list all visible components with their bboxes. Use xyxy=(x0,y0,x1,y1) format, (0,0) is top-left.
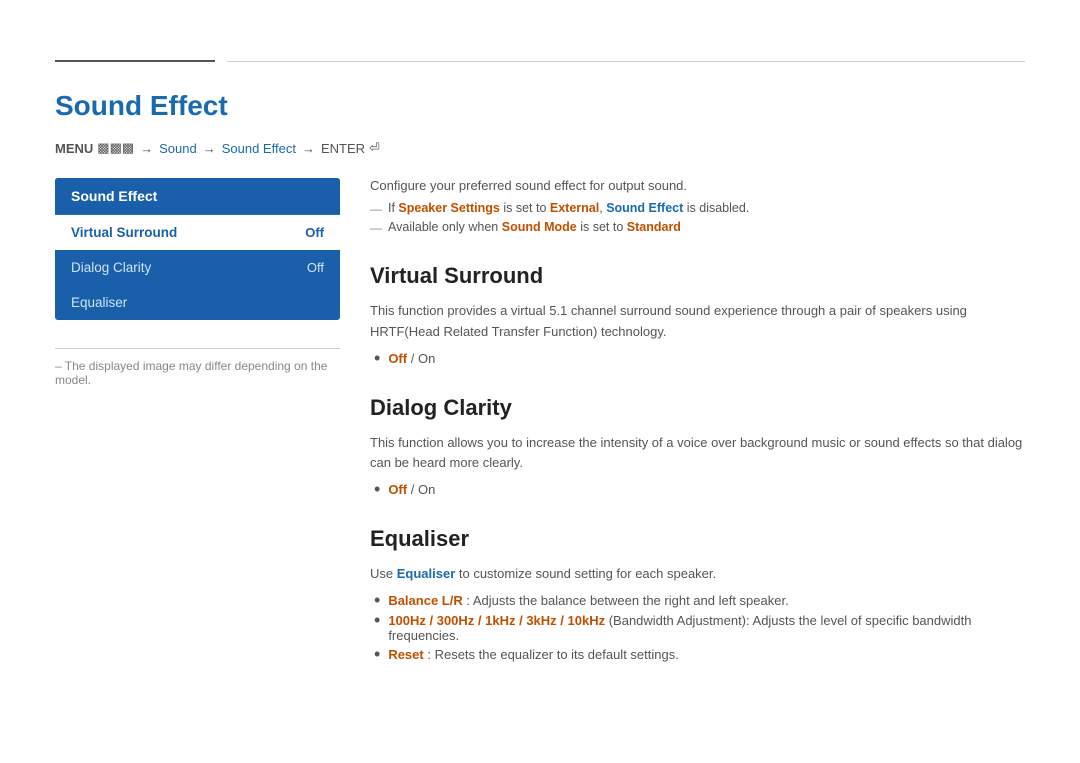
breadcrumb-menu: MENU xyxy=(55,141,93,156)
menu-item-value-virtual-surround: Off xyxy=(305,225,324,240)
equaliser-link-desc: Equaliser xyxy=(397,566,456,581)
left-note-dash: – xyxy=(55,359,65,373)
section-title-dialog-clarity: Dialog Clarity xyxy=(370,395,1025,421)
breadcrumb-soundeffect: Sound Effect xyxy=(222,141,296,156)
menu-item-value-dialog-clarity: Off xyxy=(307,260,324,275)
bullet-vs-text: Off / On xyxy=(388,351,435,366)
menu-item-equaliser[interactable]: Equaliser xyxy=(55,285,340,320)
left-note-text: The displayed image may differ depending… xyxy=(55,359,327,387)
breadcrumb-menu-icon: ▩▩▩ xyxy=(97,140,134,156)
vs-slash: / xyxy=(411,351,418,366)
note1-text: If Speaker Settings is set to External, … xyxy=(388,201,749,215)
bullet-dot-dc: • xyxy=(374,480,380,498)
note1-speaker-settings: Speaker Settings xyxy=(398,201,499,215)
breadcrumb-arrow1: → xyxy=(140,141,153,156)
bullet-dot-eq1: • xyxy=(374,591,380,609)
left-panel: Sound Effect Virtual Surround Off Dialog… xyxy=(55,178,340,667)
dc-slash: / xyxy=(411,482,418,497)
breadcrumb-arrow3: → xyxy=(302,141,315,156)
bullet-dc-text: Off / On xyxy=(388,482,435,497)
eq-reset-link: Reset xyxy=(388,647,423,662)
section-desc-virtual-surround: This function provides a virtual 5.1 cha… xyxy=(370,301,1025,343)
section-desc-dialog-clarity: This function allows you to increase the… xyxy=(370,433,1025,475)
eq-bandwidth-link: 100Hz / 300Hz / 1kHz / 3kHz / 10kHz xyxy=(388,613,605,628)
note1-sound-effect: Sound Effect xyxy=(606,201,683,215)
note2-text: Available only when Sound Mode is set to… xyxy=(388,220,681,234)
note-line-1: — If Speaker Settings is set to External… xyxy=(370,201,1025,216)
breadcrumb-arrow2: → xyxy=(203,141,216,156)
menu-box-header: Sound Effect xyxy=(55,178,340,215)
bullet-eq1-text: Balance L/R : Adjusts the balance betwee… xyxy=(388,593,788,608)
menu-box: Sound Effect Virtual Surround Off Dialog… xyxy=(55,178,340,320)
breadcrumb: MENU ▩▩▩ → Sound → Sound Effect → ENTER … xyxy=(55,140,1025,156)
section-equaliser: Equaliser Use Equaliser to customize sou… xyxy=(370,526,1025,663)
eq-balance-desc: : Adjusts the balance between the right … xyxy=(466,593,788,608)
page-title: Sound Effect xyxy=(55,90,1025,122)
note1-external: External xyxy=(550,201,599,215)
eq-balance-link: Balance L/R xyxy=(388,593,462,608)
note-line-2: — Available only when Sound Mode is set … xyxy=(370,220,1025,235)
menu-item-dialog-clarity[interactable]: Dialog Clarity Off xyxy=(55,250,340,285)
top-dividers xyxy=(55,60,1025,62)
breadcrumb-enter-icon: ⏎ xyxy=(369,140,380,156)
menu-item-virtual-surround[interactable]: Virtual Surround Off xyxy=(55,215,340,250)
note1-dash: — xyxy=(370,202,382,216)
bullet-equaliser-balance: • Balance L/R : Adjusts the balance betw… xyxy=(370,593,1025,609)
right-intro: Configure your preferred sound effect fo… xyxy=(370,178,1025,193)
vs-off: Off xyxy=(388,351,407,366)
section-title-equaliser: Equaliser xyxy=(370,526,1025,552)
breadcrumb-sound: Sound xyxy=(159,141,197,156)
menu-item-label-virtual-surround: Virtual Surround xyxy=(71,225,177,240)
divider-short xyxy=(55,60,215,62)
dc-on: On xyxy=(418,482,435,497)
page-container: Sound Effect MENU ▩▩▩ → Sound → Sound Ef… xyxy=(0,0,1080,707)
bullet-dialog-clarity-offon: • Off / On xyxy=(370,482,1025,498)
bullet-dot-eq3: • xyxy=(374,645,380,663)
bullet-eq3-text: Reset : Resets the equalizer to its defa… xyxy=(388,647,679,662)
note2-sound-mode: Sound Mode xyxy=(502,220,577,234)
menu-item-label-dialog-clarity: Dialog Clarity xyxy=(71,260,151,275)
divider-long xyxy=(227,61,1025,62)
vs-on: On xyxy=(418,351,435,366)
section-virtual-surround: Virtual Surround This function provides … xyxy=(370,263,1025,367)
content-layout: Sound Effect Virtual Surround Off Dialog… xyxy=(55,178,1025,667)
bullet-equaliser-bandwidth: • 100Hz / 300Hz / 1kHz / 3kHz / 10kHz (B… xyxy=(370,613,1025,643)
breadcrumb-enter: ENTER xyxy=(321,141,365,156)
left-note: – The displayed image may differ dependi… xyxy=(55,348,340,387)
note2-dash: — xyxy=(370,221,382,235)
bullet-virtual-surround-offon: • Off / On xyxy=(370,351,1025,367)
bullet-eq2-text: 100Hz / 300Hz / 1kHz / 3kHz / 10kHz (Ban… xyxy=(388,613,1025,643)
note2-standard: Standard xyxy=(627,220,681,234)
bullet-equaliser-reset: • Reset : Resets the equalizer to its de… xyxy=(370,647,1025,663)
bullet-dot-vs: • xyxy=(374,349,380,367)
bullet-dot-eq2: • xyxy=(374,611,380,629)
eq-reset-desc: : Resets the equalizer to its default se… xyxy=(427,647,678,662)
right-panel: Configure your preferred sound effect fo… xyxy=(370,178,1025,667)
section-dialog-clarity: Dialog Clarity This function allows you … xyxy=(370,395,1025,499)
section-title-virtual-surround: Virtual Surround xyxy=(370,263,1025,289)
menu-item-label-equaliser: Equaliser xyxy=(71,295,127,310)
section-desc-equaliser: Use Equaliser to customize sound setting… xyxy=(370,564,1025,585)
dc-off: Off xyxy=(388,482,407,497)
